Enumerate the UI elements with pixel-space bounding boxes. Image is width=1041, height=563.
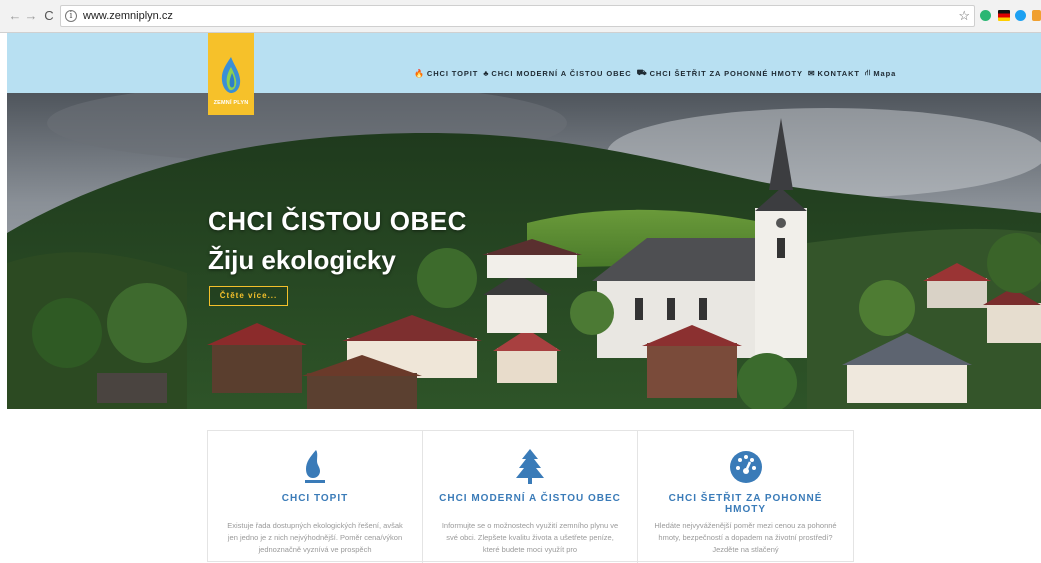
card-topit[interactable]: CHCI TOPIT Existuje řada dostupných ekol…: [208, 431, 423, 563]
menu-label: CHCI ŠETŘIT ZA POHONNÉ HMOTY: [649, 68, 803, 78]
logo-text: ZEMNÍ PLYN: [213, 100, 249, 106]
read-more-button[interactable]: Čtěte více...: [209, 286, 288, 306]
menu-label: KONTAKT: [817, 68, 860, 78]
menu-label: CHCI MODERNÍ A ČISTOU OBEC: [491, 68, 632, 78]
site-logo[interactable]: ZEMNÍ PLYN: [208, 33, 254, 115]
info-icon[interactable]: i: [65, 10, 77, 22]
gauge-icon: [729, 451, 762, 483]
hero-banner: CHCI ČISTOU OBEC Žiju ekologicky Čtěte v…: [7, 93, 1041, 409]
address-bar[interactable]: i www.zemniplyn.cz ☆: [60, 5, 975, 27]
site-header: 🔥 CHCI TOPIT ♣ CHCI MODERNÍ A ČISTOU OBE…: [7, 33, 1041, 93]
feature-cards: CHCI TOPIT Existuje řada dostupných ekol…: [207, 430, 854, 563]
extension-blue-icon[interactable]: [1015, 10, 1026, 21]
extension-orange-icon[interactable]: [1032, 10, 1041, 21]
car-icon: ⛟: [636, 68, 648, 77]
menu-label: CHCI TOPIT: [426, 68, 479, 78]
main-menu: 🔥 CHCI TOPIT ♣ CHCI MODERNÍ A ČISTOU OBE…: [414, 68, 896, 78]
menu-item-pohonne-hmoty[interactable]: ⛟ CHCI ŠETŘIT ZA POHONNÉ HMOTY: [637, 68, 803, 78]
bookmark-star-icon[interactable]: ☆: [958, 8, 970, 24]
forward-arrow-icon[interactable]: →: [24, 8, 38, 24]
envelope-icon: ✉: [807, 68, 816, 78]
card-text: Existuje řada dostupných ekologických ře…: [227, 521, 403, 554]
tree-icon: ♣: [483, 68, 490, 78]
back-arrow-icon[interactable]: ←: [8, 8, 22, 24]
card-title: CHCI TOPIT: [281, 493, 349, 504]
flame-icon: [305, 450, 325, 483]
sitemap-icon: ⛙: [864, 68, 872, 77]
card-title: CHCI MODERNÍ A ČISTOU OBEC: [439, 493, 621, 504]
card-text: Informujte se o možnostech využití zemní…: [441, 521, 619, 554]
village-landscape-image: [7, 93, 1041, 409]
menu-label: Mapa: [873, 68, 897, 78]
flame-icon: 🔥: [414, 68, 425, 78]
extension-green-icon[interactable]: [980, 10, 991, 21]
hero-title: CHCI ČISTOU OBEC: [208, 206, 467, 236]
menu-item-obec[interactable]: ♣ CHCI MODERNÍ A ČISTOU OBEC: [483, 68, 631, 78]
german-flag-icon[interactable]: [998, 10, 1010, 21]
card-title: CHCI ŠETŘIT ZA POHONNÉ HMOTY: [668, 493, 823, 515]
menu-item-mapa[interactable]: ⛙ Mapa: [865, 68, 896, 78]
menu-item-topit[interactable]: 🔥 CHCI TOPIT: [414, 68, 478, 78]
tree-icon: [516, 449, 544, 484]
menu-item-kontakt[interactable]: ✉ KONTAKT: [808, 68, 860, 78]
reload-icon[interactable]: C: [42, 8, 56, 24]
logo-flame-icon: [221, 57, 241, 93]
url-text: www.zemniplyn.cz: [83, 10, 173, 22]
hero-subtitle: Žiju ekologicky: [208, 245, 396, 275]
card-pohonne-hmoty[interactable]: CHCI ŠETŘIT ZA POHONNÉ HMOTY Hledáte nej…: [638, 431, 853, 563]
browser-toolbar: ← → C i www.zemniplyn.cz ☆: [0, 0, 1041, 33]
card-text: Hledáte nejvyváženější poměr mezi cenou …: [654, 521, 837, 554]
card-obec[interactable]: CHCI MODERNÍ A ČISTOU OBEC Informujte se…: [423, 431, 638, 563]
